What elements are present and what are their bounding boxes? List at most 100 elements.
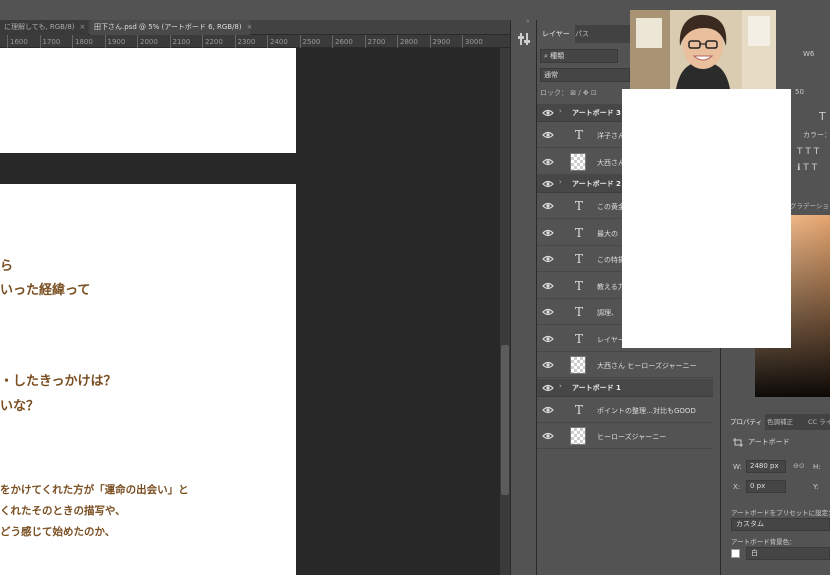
ruler-tick-label: 2300 <box>237 38 256 46</box>
layer-group-row[interactable]: › アートボード 1 <box>537 378 713 397</box>
ruler-tick-label: 1900 <box>107 38 126 46</box>
visibility-eye-icon[interactable] <box>542 281 554 291</box>
layer-name: ポイントの整理…対比もGOOD <box>597 406 696 415</box>
visibility-eye-icon[interactable] <box>542 157 554 167</box>
layer-filter-select[interactable]: ⌕ 種類 <box>540 49 618 63</box>
x-field[interactable]: 0 px <box>746 480 786 493</box>
tab-paths[interactable]: パス <box>570 25 594 43</box>
artboard-text-line: どう感じて始めたのか、 <box>0 526 116 538</box>
ruler-tick <box>267 35 268 48</box>
tab-cc-libraries[interactable]: CC ライ <box>805 414 830 430</box>
document-tab-2[interactable]: 田下さん.psd @ 5% (アートボード 6, RGB/8) × <box>90 20 253 35</box>
blend-mode-select[interactable]: 通常 <box>540 68 630 82</box>
collapse-panels-icon[interactable]: « <box>526 18 530 25</box>
x-label: X: <box>733 483 741 491</box>
document-canvas[interactable]: ら いった経緯って ・したきっかけは？ いな？ をかけてくれた方が「運命の出会い… <box>0 48 500 575</box>
document-tab-2-label: 田下さん.psd @ 5% (アートボード 6, RGB/8) <box>94 23 242 31</box>
chevron-down-icon[interactable]: › <box>559 178 562 186</box>
close-icon[interactable]: × <box>247 23 253 31</box>
artboard-text-line: いな？ <box>0 399 40 414</box>
layer-name: 教える力 <box>597 282 625 291</box>
document-tab-1-label: に理解しても, RGB/8) <box>4 23 75 31</box>
layer-row[interactable]: T ポイントの整理…対比もGOOD <box>537 396 713 423</box>
lock-label: ロック： <box>540 89 568 97</box>
layer-name: 大西さん ヒーローズジャーニー <box>597 362 697 370</box>
ruler-tick-label: 2000 <box>140 38 158 46</box>
panel-dock-strip <box>510 20 537 575</box>
ruler-tick <box>202 35 203 48</box>
close-icon[interactable]: × <box>80 23 86 31</box>
layer-name: レイヤー <box>597 335 625 344</box>
visibility-eye-icon[interactable] <box>542 431 554 441</box>
ruler-tick-label: 2600 <box>335 38 353 46</box>
font-size-value[interactable]: 50 <box>795 88 804 96</box>
layer-row[interactable]: 大西さん ヒーローズジャーニー <box>537 352 713 378</box>
text-style-icons[interactable]: T T T <box>797 147 819 157</box>
width-field[interactable]: 2480 px <box>746 460 786 473</box>
text-layer-icon: T <box>575 252 584 266</box>
layer-group-name: アートボード 3 <box>572 109 621 117</box>
ruler-tick-label: 2500 <box>302 38 321 46</box>
gradient-tab[interactable]: グラデーション <box>790 200 830 210</box>
adjust-sliders-icon[interactable] <box>517 32 531 46</box>
visibility-eye-icon[interactable] <box>542 108 554 118</box>
font-style-field[interactable]: W6 <box>803 50 814 58</box>
text-layer-icon: T <box>575 331 584 346</box>
visibility-eye-icon[interactable] <box>542 307 554 317</box>
ruler-tick-label: 1700 <box>42 38 61 46</box>
visibility-eye-icon[interactable] <box>542 179 554 189</box>
text-layer-icon: T <box>575 278 584 293</box>
visibility-eye-icon[interactable] <box>542 334 554 344</box>
lock-icons[interactable]: ⊠ ∕ ✥ ⊡ <box>570 89 597 97</box>
link-dimensions-icon[interactable]: ⊖⊙ <box>793 462 805 470</box>
tab-adjustments[interactable]: 色調補正 <box>764 414 796 430</box>
layer-thumbnail <box>570 427 586 445</box>
ruler-tick-label: 3000 <box>465 38 483 46</box>
visibility-eye-icon[interactable] <box>542 254 554 264</box>
layer-name: この特撮 <box>597 256 625 264</box>
character-panel: W6 50 T カラー： T T T ℹ T T <box>795 50 830 200</box>
chevron-down-icon[interactable]: › <box>559 382 562 390</box>
ruler-tick <box>364 35 366 48</box>
text-layer-icon: T <box>575 305 584 319</box>
ruler-tick-label: 2200 <box>205 38 223 46</box>
visibility-eye-icon[interactable] <box>542 130 554 140</box>
ruler-tick-label: 2100 <box>172 38 191 46</box>
horizontal-ruler[interactable]: 1600 1700 1800 1900 2000 2100 2200 2300 2400 2500… <box>0 35 510 48</box>
ruler-tick <box>169 35 171 48</box>
ruler-tick <box>332 35 333 48</box>
scrollbar-thumb[interactable] <box>501 345 509 495</box>
artboard-icon <box>733 438 743 447</box>
ruler-tick <box>462 35 463 48</box>
text-layer-icon: T <box>575 402 584 417</box>
visibility-eye-icon[interactable] <box>542 228 554 238</box>
document-tab-1[interactable]: に理解しても, RGB/8) × <box>0 20 88 35</box>
visibility-eye-icon[interactable] <box>542 383 554 393</box>
visibility-eye-icon[interactable] <box>542 201 554 211</box>
ruler-tick-label: 2900 <box>432 38 451 46</box>
visibility-eye-icon[interactable] <box>542 405 554 415</box>
width-label: W: <box>733 463 742 471</box>
color-label: カラー： <box>803 131 830 139</box>
background-color-label: アートボード背景色： <box>731 538 796 546</box>
artboard-text-line: いった経緯って <box>0 283 91 298</box>
chevron-down-icon[interactable]: › <box>559 107 562 115</box>
document-tab-bar: に理解しても, RGB/8) × 田下さん.psd @ 5% (アートボード 6,… <box>0 20 510 35</box>
artboard-text-line: ・したきっかけは？ <box>0 374 117 389</box>
visibility-eye-icon[interactable] <box>542 360 554 370</box>
webcam-person-image <box>630 10 776 89</box>
layer-name: ヒーローズジャーニー <box>597 433 667 441</box>
artboard-text-line: をかけてくれた方が「運命の出会い」と <box>0 484 189 496</box>
text-style-icons-2[interactable]: ℹ T T <box>797 163 817 173</box>
ruler-tick <box>299 35 301 48</box>
background-color-select[interactable]: 白 <box>746 547 830 560</box>
properties-type-label: アートボード <box>748 438 790 446</box>
background-color-swatch[interactable] <box>731 549 740 558</box>
tab-properties[interactable]: プロパティ <box>727 414 766 430</box>
ruler-tick <box>397 35 398 48</box>
vertical-scrollbar[interactable] <box>500 48 510 575</box>
artboard-preset-select[interactable]: カスタム <box>731 518 830 531</box>
webcam-overlay <box>630 10 776 89</box>
layer-row[interactable]: ヒーローズジャーニー <box>537 423 713 449</box>
artboard-text-line: ら <box>0 259 14 274</box>
